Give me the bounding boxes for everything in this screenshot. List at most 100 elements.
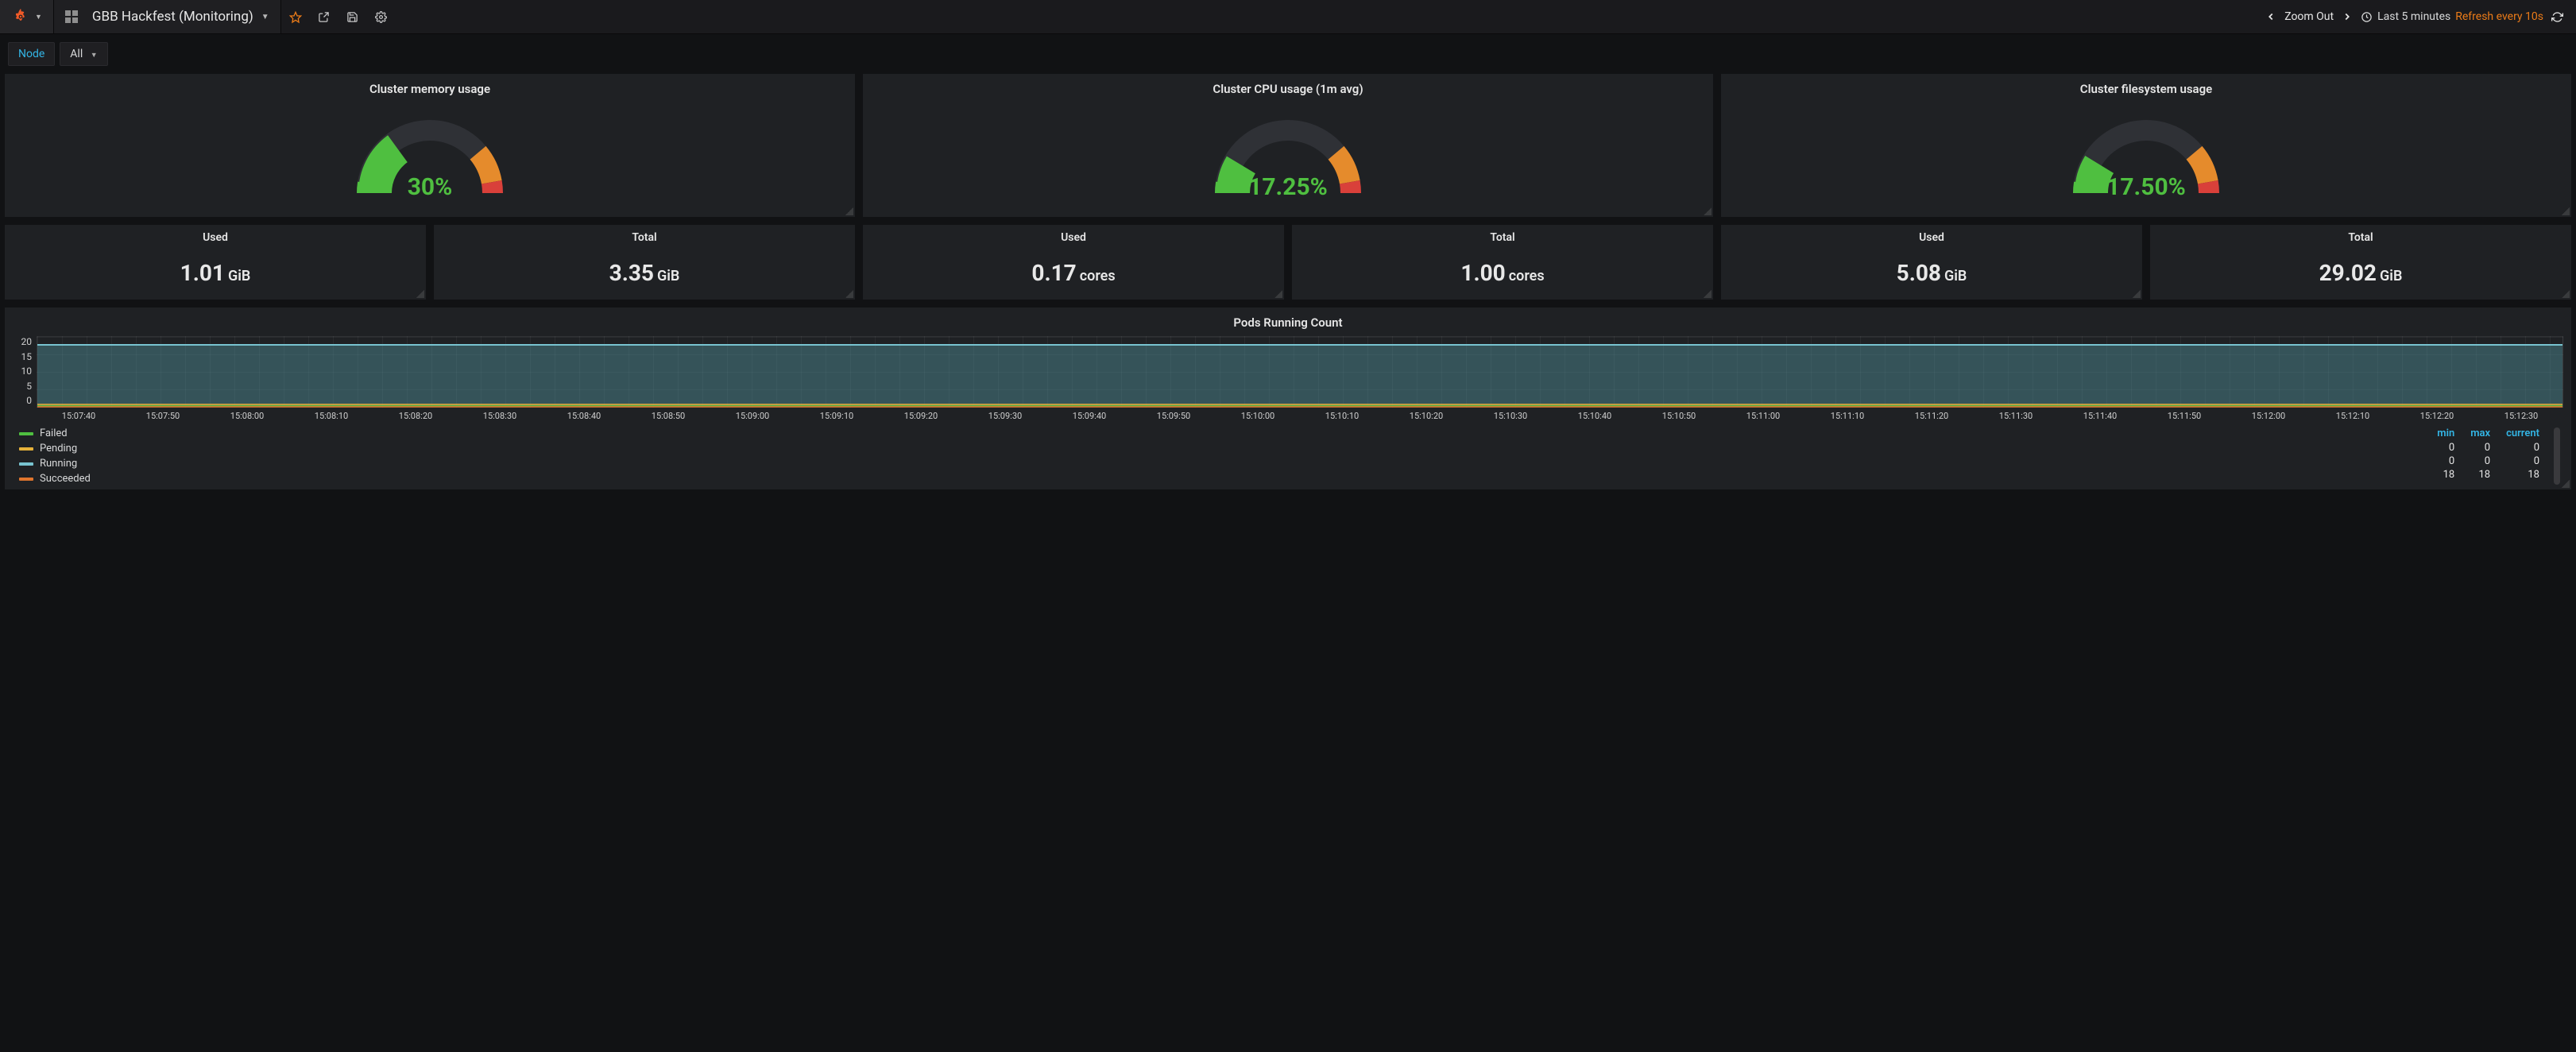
chevron-right-icon xyxy=(2342,11,2353,22)
gauge: 30% xyxy=(5,101,855,212)
time-range-forward-button[interactable] xyxy=(2342,11,2353,22)
y-tick: 5 xyxy=(13,381,32,392)
legend-item[interactable]: Succeeded xyxy=(19,473,91,485)
grafana-menu-button[interactable]: ▼ xyxy=(0,0,54,33)
panel-resize-handle[interactable] xyxy=(1704,290,1712,298)
panel-resize-handle[interactable] xyxy=(416,290,424,298)
panel-resize-handle[interactable] xyxy=(2562,290,2570,298)
x-tick: 15:11:40 xyxy=(2058,411,2142,421)
singlestat-panel[interactable]: Used 0.17cores xyxy=(863,225,1284,300)
stat-unit: GiB xyxy=(228,268,250,284)
x-tick: 15:12:20 xyxy=(2395,411,2479,421)
x-tick: 15:09:20 xyxy=(879,411,963,421)
clock-icon xyxy=(2361,11,2373,23)
singlestat-panel[interactable]: Total 29.02GiB xyxy=(2150,225,2571,300)
panel-resize-handle[interactable] xyxy=(2133,290,2141,298)
dashboard-body: Cluster memory usage 30% Cluster CPU usa… xyxy=(0,71,2576,505)
series-succeeded-line xyxy=(37,406,2562,408)
refresh-button[interactable] xyxy=(2551,11,2563,23)
x-tick: 15:12:10 xyxy=(2311,411,2395,421)
gauge-panel[interactable]: Cluster filesystem usage 17.50% xyxy=(1721,74,2571,217)
share-icon xyxy=(318,11,330,23)
pods-running-panel[interactable]: Pods Running Count 20151050 15:07:4015:0… xyxy=(5,307,2571,489)
x-tick: 15:07:40 xyxy=(37,411,121,421)
panel-title[interactable]: Pods Running Count xyxy=(5,307,2571,335)
x-tick: 15:09:40 xyxy=(1047,411,1131,421)
gauge-panel[interactable]: Cluster CPU usage (1m avg) 17.25% xyxy=(863,74,1713,217)
x-tick: 15:09:30 xyxy=(963,411,1047,421)
series-running-fill xyxy=(37,344,2562,407)
stat-unit: cores xyxy=(1080,268,1116,284)
gauge-row: Cluster memory usage 30% Cluster CPU usa… xyxy=(5,74,2571,217)
panel-resize-handle[interactable] xyxy=(1704,207,1712,215)
gauge-panel[interactable]: Cluster memory usage 30% xyxy=(5,74,855,217)
legend-header[interactable]: current xyxy=(2498,427,2547,441)
singlestat-panel[interactable]: Total 3.35GiB xyxy=(434,225,855,300)
save-dashboard-button[interactable] xyxy=(338,0,367,34)
settings-button[interactable] xyxy=(367,0,396,34)
zoom-out-button[interactable]: Zoom Out xyxy=(2284,10,2334,23)
panel-resize-handle[interactable] xyxy=(2562,207,2570,215)
singlestat-panel[interactable]: Used 1.01GiB xyxy=(5,225,426,300)
legend-header[interactable]: max xyxy=(2462,427,2498,441)
legend-header[interactable]: min xyxy=(2429,427,2462,441)
panel-resize-handle[interactable] xyxy=(845,207,853,215)
panel-title[interactable]: Used xyxy=(1721,225,2142,246)
stats-row: Used 1.01GiB Total 3.35GiB Used 0.17core… xyxy=(5,225,2571,300)
time-range-label: Last 5 minutes xyxy=(2377,10,2450,23)
panel-title[interactable]: Total xyxy=(434,225,855,246)
legend-item[interactable]: Running xyxy=(19,458,91,470)
panel-title[interactable]: Cluster memory usage xyxy=(5,74,855,101)
legend-series-name: Failed xyxy=(40,427,68,439)
x-tick: 15:08:50 xyxy=(626,411,710,421)
series-running-line xyxy=(37,344,2562,346)
grafana-logo-icon xyxy=(11,7,30,26)
singlestat-panel[interactable]: Total 1.00cores xyxy=(1292,225,1713,300)
stat-value: 1.00cores xyxy=(1292,246,1713,304)
panel-title[interactable]: Cluster CPU usage (1m avg) xyxy=(863,74,1713,101)
singlestat-panel[interactable]: Used 5.08GiB xyxy=(1721,225,2142,300)
star-dashboard-button[interactable] xyxy=(281,0,310,34)
legend-item[interactable]: Pending xyxy=(19,443,91,454)
panel-title[interactable]: Total xyxy=(2150,225,2571,246)
panel-title[interactable]: Total xyxy=(1292,225,1713,246)
legend-scrollbar[interactable] xyxy=(2554,427,2560,485)
variable-label-node: Node xyxy=(8,42,55,66)
variable-node-dropdown[interactable]: All ▼ xyxy=(60,42,107,66)
x-tick: 15:09:00 xyxy=(710,411,795,421)
share-dashboard-button[interactable] xyxy=(310,0,338,34)
x-tick: 15:08:10 xyxy=(289,411,373,421)
legend-item[interactable]: Failed xyxy=(19,427,91,439)
x-tick: 15:10:40 xyxy=(1553,411,1637,421)
panel-resize-handle[interactable] xyxy=(2562,480,2570,488)
refresh-icon xyxy=(2551,11,2563,23)
dashboard-title: GBB Hackfest (Monitoring) xyxy=(92,9,253,25)
time-picker-button[interactable]: Last 5 minutes Refresh every 10s xyxy=(2361,10,2543,23)
panel-resize-handle[interactable] xyxy=(845,290,853,298)
template-variable-row: Node All ▼ xyxy=(0,34,2576,71)
panel-title[interactable]: Used xyxy=(863,225,1284,246)
pods-chart-area[interactable]: 20151050 xyxy=(5,335,2571,408)
x-tick: 15:07:50 xyxy=(121,411,205,421)
y-tick: 20 xyxy=(13,336,32,347)
x-tick: 15:09:10 xyxy=(795,411,879,421)
dashboard-picker[interactable]: GBB Hackfest (Monitoring) ▼ xyxy=(54,0,281,33)
stat-unit: cores xyxy=(1509,268,1545,284)
plot-area[interactable] xyxy=(37,336,2563,408)
panel-title[interactable]: Cluster filesystem usage xyxy=(1721,74,2571,101)
legend-stats-row: 181818 xyxy=(2429,468,2547,482)
legend-swatch xyxy=(19,478,33,481)
panel-resize-handle[interactable] xyxy=(1274,290,1282,298)
panel-title[interactable]: Used xyxy=(5,225,426,246)
legend-stats-table: minmaxcurrent 000000181818 xyxy=(2429,427,2547,483)
legend-series-name: Pending xyxy=(40,443,77,454)
time-range-back-button[interactable] xyxy=(2265,11,2276,22)
x-tick: 15:08:30 xyxy=(458,411,542,421)
legend-swatch xyxy=(19,447,33,451)
x-tick: 15:10:20 xyxy=(1384,411,1468,421)
x-tick: 15:12:30 xyxy=(2479,411,2563,421)
pods-row: Pods Running Count 20151050 15:07:4015:0… xyxy=(5,307,2571,489)
x-tick: 15:11:00 xyxy=(1721,411,1805,421)
dashboard-grid-icon xyxy=(65,10,78,23)
top-navbar: ▼ GBB Hackfest (Monitoring) ▼ Zoom Out xyxy=(0,0,2576,34)
